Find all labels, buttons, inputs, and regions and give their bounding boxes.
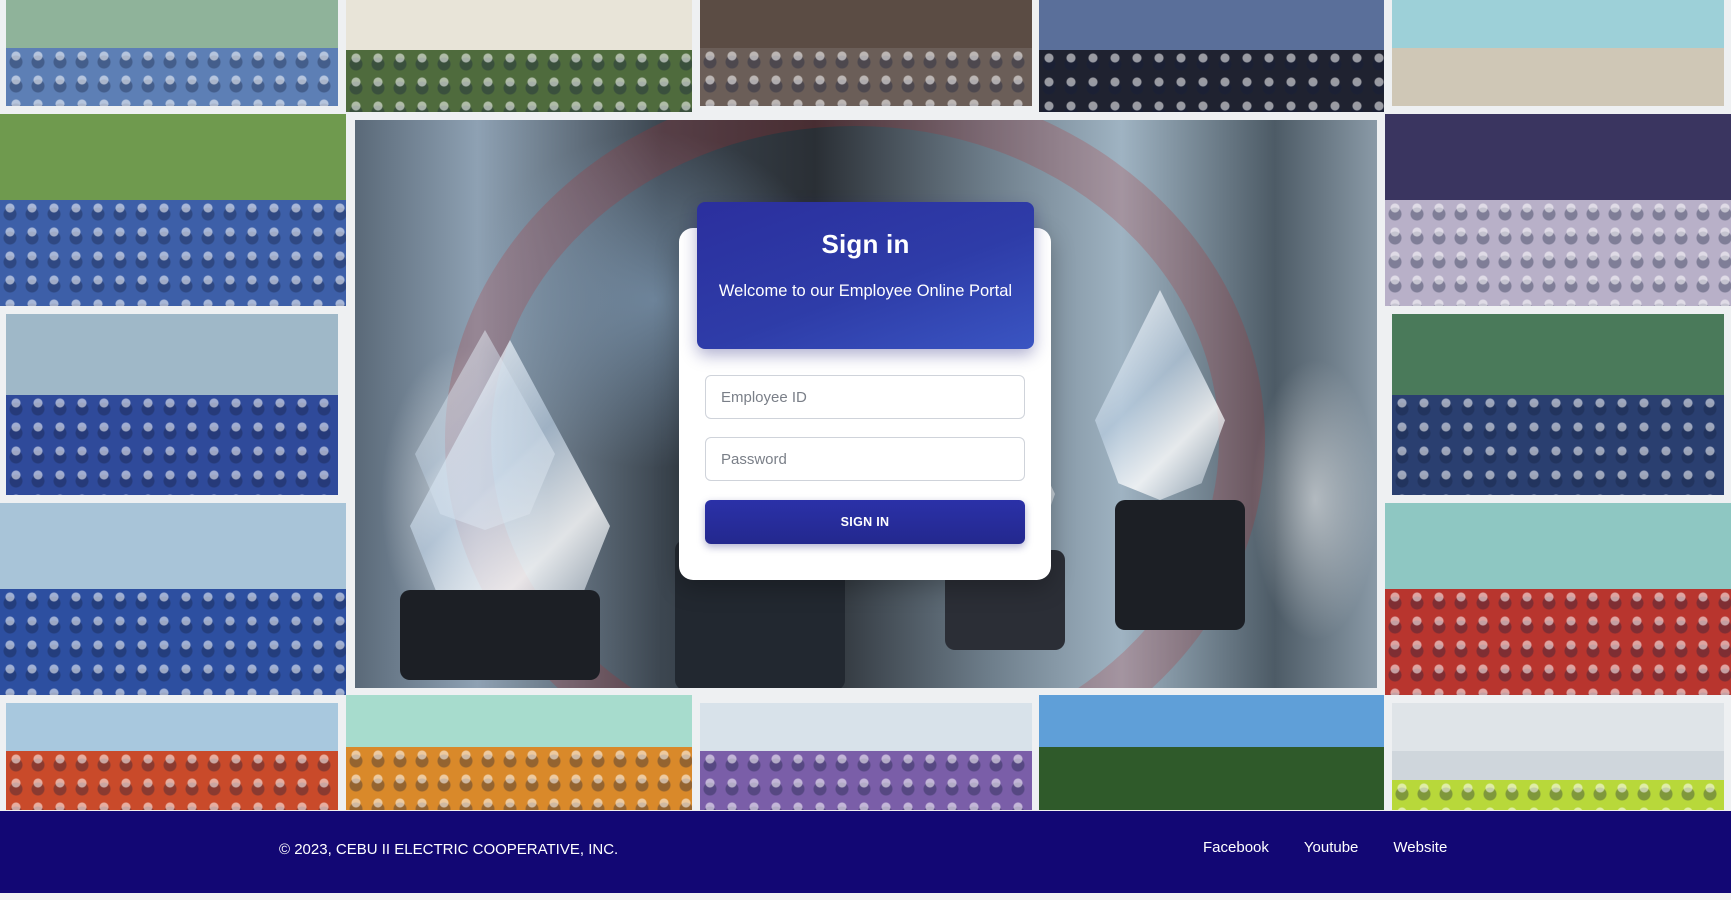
trophy-base [1115,500,1245,630]
photo-tile [346,0,692,112]
signin-subtitle: Welcome to our Employee Online Portal [718,282,1013,300]
photo-tile [700,703,1032,810]
footer-links: Facebook Youtube Website [1203,839,1447,856]
website-link[interactable]: Website [1393,839,1447,856]
photo-tile [0,114,346,306]
photo-tile [1392,314,1724,495]
signin-button[interactable]: SIGN IN [705,500,1025,544]
copyright-text: © 2023, CEBU II ELECTRIC COOPERATIVE, IN… [279,841,619,858]
photo-tile [1385,114,1731,306]
signin-card-header: Sign in Welcome to our Employee Online P… [697,202,1034,349]
photo-tile [1392,703,1724,810]
photo-tile [1392,0,1724,106]
photo-tile [346,695,692,810]
photo-tile [1039,695,1384,810]
photo-tile [700,0,1032,106]
signin-title: Sign in [821,229,910,259]
facebook-link[interactable]: Facebook [1203,839,1269,856]
photo-tile [1039,0,1384,112]
footer: © 2023, CEBU II ELECTRIC COOPERATIVE, IN… [0,811,1731,893]
trophy-base [400,590,600,680]
password-input[interactable] [705,437,1025,481]
photo-tile [6,703,338,810]
employee-id-input[interactable] [705,375,1025,419]
photo-tile [1385,503,1731,695]
photo-tile [6,314,338,495]
photo-tile [0,503,346,695]
photo-tile [6,0,338,106]
youtube-link[interactable]: Youtube [1304,839,1359,856]
